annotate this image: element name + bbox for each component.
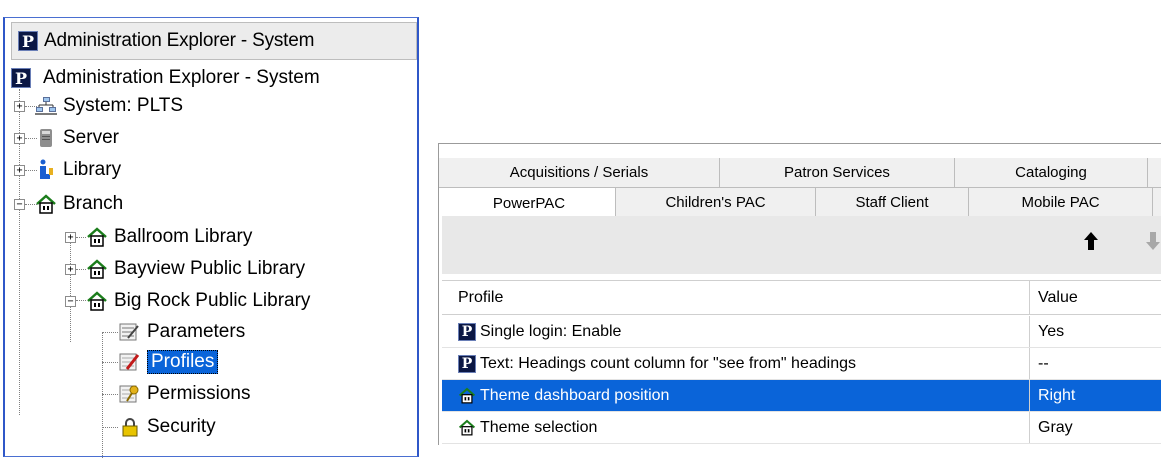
profiles-panel: Acquisitions / Serials Patron Services C…: [438, 143, 1161, 445]
tab-childrens-pac[interactable]: Children's PAC: [616, 188, 816, 218]
library-icon: [35, 159, 57, 181]
table-row[interactable]: P Text: Headings count column for "see f…: [442, 348, 1161, 380]
profile-value: Yes: [1038, 322, 1065, 340]
tree-item-permissions[interactable]: Permissions: [119, 379, 250, 409]
polaris-p-icon: P: [18, 31, 38, 51]
tab-acquisitions-serials[interactable]: Acquisitions / Serials: [439, 158, 720, 188]
profile-value: --: [1038, 354, 1049, 372]
profile-name: Text: Headings count column for "see fro…: [480, 354, 856, 372]
expand-plus-icon[interactable]: +: [14, 164, 25, 176]
branch-house-icon: [458, 387, 476, 405]
tree-item-label: Ballroom Library: [114, 226, 253, 247]
parameters-icon: [119, 321, 141, 343]
expand-plus-icon[interactable]: +: [14, 100, 25, 112]
grid-toolbar: [442, 216, 1161, 274]
branch-house-icon: [35, 193, 57, 215]
tree-item-label: Permissions: [147, 383, 251, 404]
tree-item-label: Profiles: [147, 350, 219, 374]
tree-item-label: Parameters: [147, 321, 246, 342]
arrow-down-icon[interactable]: [1146, 230, 1160, 256]
tree-item-big-rock-library[interactable]: − Big Rock Public Library: [65, 286, 310, 316]
polaris-p-icon: P: [11, 68, 31, 88]
collapse-minus-icon[interactable]: −: [65, 295, 76, 307]
expand-plus-icon[interactable]: +: [65, 263, 76, 275]
tab-staff-client[interactable]: Staff Client: [816, 188, 969, 218]
tab-overflow[interactable]: [1153, 188, 1161, 218]
profiles-icon: [119, 351, 141, 373]
permissions-icon: [119, 383, 141, 405]
table-row-selected[interactable]: Theme dashboard position Right: [442, 380, 1161, 412]
column-header-value[interactable]: Value: [1029, 281, 1161, 314]
tab-mobile-pac[interactable]: Mobile PAC: [969, 188, 1153, 218]
profile-name: Theme dashboard position: [480, 386, 670, 404]
tab-powerpac[interactable]: PowerPAC: [443, 188, 616, 218]
tree-item-label: Big Rock Public Library: [114, 290, 311, 311]
tab-cataloging[interactable]: Cataloging: [955, 158, 1148, 188]
tree-item-label: Branch: [63, 193, 124, 214]
tree-item-server[interactable]: + Server: [14, 123, 119, 153]
tree-item-branch[interactable]: − Branch: [14, 189, 123, 219]
expand-plus-icon[interactable]: +: [14, 132, 25, 144]
window-title-bar: P Administration Explorer - System: [11, 22, 417, 60]
tree-item-ballroom-library[interactable]: + Ballroom Library: [65, 222, 252, 252]
tab-patron-services[interactable]: Patron Services: [720, 158, 955, 188]
window-title: Administration Explorer - System: [44, 30, 315, 51]
tree-item-system[interactable]: + System: PLTS: [14, 91, 183, 121]
column-header-profile[interactable]: Profile: [442, 289, 1029, 307]
padlock-icon: [119, 416, 141, 438]
admin-explorer-window: P Administration Explorer - System P Adm…: [3, 17, 419, 458]
tab-overflow[interactable]: [1148, 158, 1161, 188]
branch-house-icon: [86, 226, 108, 248]
tree-item-bayview-library[interactable]: + Bayview Public Library: [65, 254, 305, 284]
tree-item-security[interactable]: Security: [119, 412, 216, 442]
server-icon: [35, 127, 57, 149]
collapse-minus-icon[interactable]: −: [14, 198, 25, 210]
tree-item-label: System: PLTS: [63, 95, 184, 116]
profile-value: Gray: [1038, 418, 1073, 436]
table-row[interactable]: Theme selection Gray: [442, 412, 1161, 444]
tree-item-profiles[interactable]: Profiles: [119, 347, 219, 377]
branch-house-icon: [86, 290, 108, 312]
polaris-p-icon: P: [458, 322, 476, 341]
profile-value: Right: [1038, 386, 1076, 404]
tree-root-label: Administration Explorer - System: [43, 67, 320, 88]
polaris-p-icon: P: [458, 354, 476, 373]
expand-plus-icon[interactable]: +: [65, 231, 76, 243]
tree-root[interactable]: P Administration Explorer - System: [11, 63, 320, 93]
tab-row-bottom: PowerPAC Children's PAC Staff Client Mob…: [439, 188, 1161, 218]
tree-item-label: Security: [147, 416, 216, 437]
profile-name: Theme selection: [480, 418, 598, 436]
profile-name: Single login: Enable: [480, 322, 622, 340]
network-icon: [35, 95, 57, 117]
tree-item-library[interactable]: + Library: [14, 155, 121, 185]
grid-header: Profile Value: [442, 280, 1161, 315]
tree-item-label: Server: [63, 127, 119, 148]
tree-item-label: Bayview Public Library: [114, 258, 306, 279]
arrow-up-icon[interactable]: [1084, 230, 1098, 256]
tree-item-parameters[interactable]: Parameters: [119, 317, 245, 347]
branch-house-icon: [458, 419, 476, 437]
branch-house-icon: [86, 258, 108, 280]
tab-row-top: Acquisitions / Serials Patron Services C…: [439, 158, 1161, 188]
tree-item-label: Library: [63, 159, 122, 180]
table-row[interactable]: P Single login: Enable Yes: [442, 316, 1161, 348]
